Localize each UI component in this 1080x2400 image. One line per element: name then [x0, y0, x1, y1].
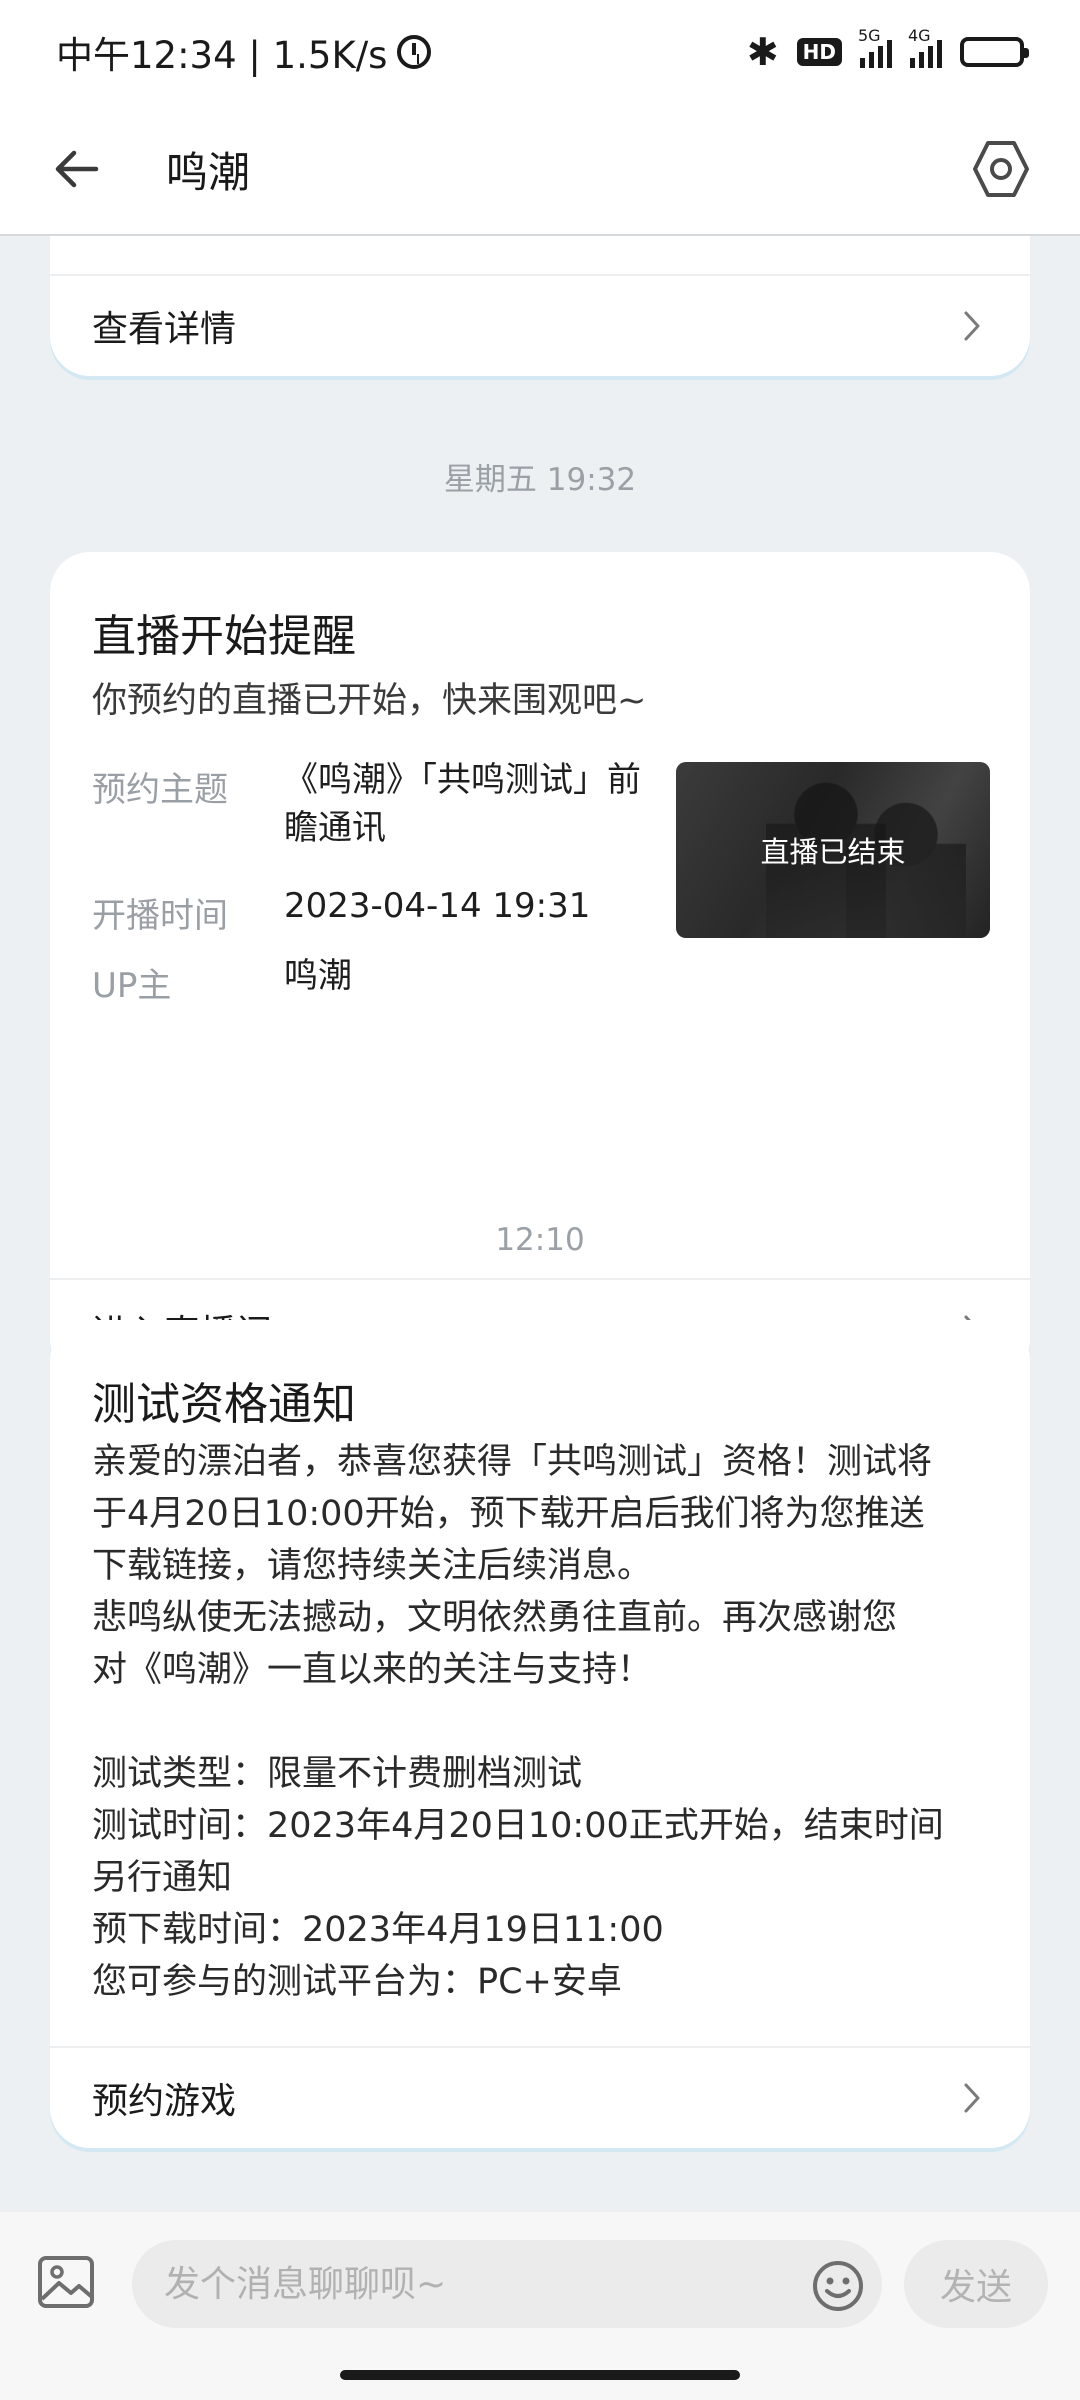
back-button[interactable]	[40, 133, 112, 205]
view-details-label: 查看详情	[92, 309, 237, 350]
hd-badge: HD	[796, 38, 842, 66]
emoji-button[interactable]	[812, 2260, 864, 2312]
home-indicator[interactable]	[340, 2370, 740, 2380]
live-ended-label: 直播已结束	[760, 835, 906, 869]
image-picker-button[interactable]	[36, 2252, 96, 2312]
signal-4g-icon: 4G	[908, 26, 942, 68]
info-row-start-time: 开播时间 2023-04-14 19:31	[92, 886, 590, 937]
bluetooth-icon: ✱	[746, 30, 779, 74]
arrow-left-icon	[55, 150, 99, 188]
info-label: 开播时间	[92, 896, 228, 936]
page-title: 鸣潮	[166, 147, 251, 197]
card-title: 测试资格通知	[92, 1379, 356, 1430]
card-body-text: 亲爱的漂泊者，恭喜您获得「共鸣测试」资格！测试将 于4月20日10:00开始，预…	[92, 1442, 944, 2002]
battery-icon	[960, 37, 1029, 67]
thumbnail-overlay: 直播已结束	[676, 762, 990, 938]
status-bar: 中午12:34 | 1.5K/s ✱ HD 5G 4G	[0, 0, 1080, 104]
info-row-topic: 预约主题 《鸣潮》「共鸣测试」前 瞻通讯	[92, 760, 644, 852]
signal-5g-icon: 5G	[858, 26, 892, 68]
reserve-game-link[interactable]: 预约游戏	[50, 2046, 1030, 2148]
alarm-icon	[397, 35, 432, 69]
info-row-host: UP主 鸣潮	[92, 956, 352, 1007]
info-value: 2023-04-14 19:31	[284, 886, 591, 926]
message-card-test-qualification: 测试资格通知 亲爱的漂泊者，恭喜您获得「共鸣测试」资格！测试将 于4月20日10…	[50, 1320, 1030, 2148]
message-input[interactable]	[132, 2240, 882, 2328]
chat-area[interactable]: 查看详情 星期五 19:32 直播开始提醒 你预约的直播已开始，快来围观吧~ 预…	[0, 236, 1080, 2212]
chevron-right-icon	[956, 310, 988, 342]
settings-button[interactable]	[958, 126, 1044, 212]
view-details-link[interactable]: 查看详情	[50, 274, 1030, 376]
send-button[interactable]: 发送	[904, 2240, 1048, 2328]
status-right: ✱ HD 5G 4G	[746, 26, 1029, 74]
card-subtitle: 你预约的直播已开始，快来围观吧~	[92, 681, 647, 721]
info-value: 鸣潮	[284, 956, 352, 996]
message-timestamp: 12:10	[495, 1222, 585, 1258]
emoji-icon	[813, 2261, 863, 2311]
reserve-game-label: 预约游戏	[92, 2081, 237, 2122]
message-timestamp: 星期五 19:32	[443, 462, 637, 498]
live-thumbnail[interactable]: 直播已结束	[676, 762, 990, 938]
info-value: 《鸣潮》「共鸣测试」前 瞻通讯	[284, 760, 641, 848]
gear-icon	[973, 141, 1029, 197]
message-card-details: 查看详情	[50, 236, 1030, 376]
info-label: 预约主题	[92, 770, 228, 810]
image-icon	[38, 2256, 94, 2308]
status-left: 中午12:34 | 1.5K/s	[56, 25, 432, 79]
app-header: 鸣潮	[0, 104, 1080, 236]
info-label: UP主	[92, 966, 172, 1006]
card-title: 直播开始提醒	[92, 611, 356, 662]
status-time: 中午12:34 | 1.5K/s	[56, 34, 388, 77]
chevron-right-icon	[956, 2082, 988, 2114]
